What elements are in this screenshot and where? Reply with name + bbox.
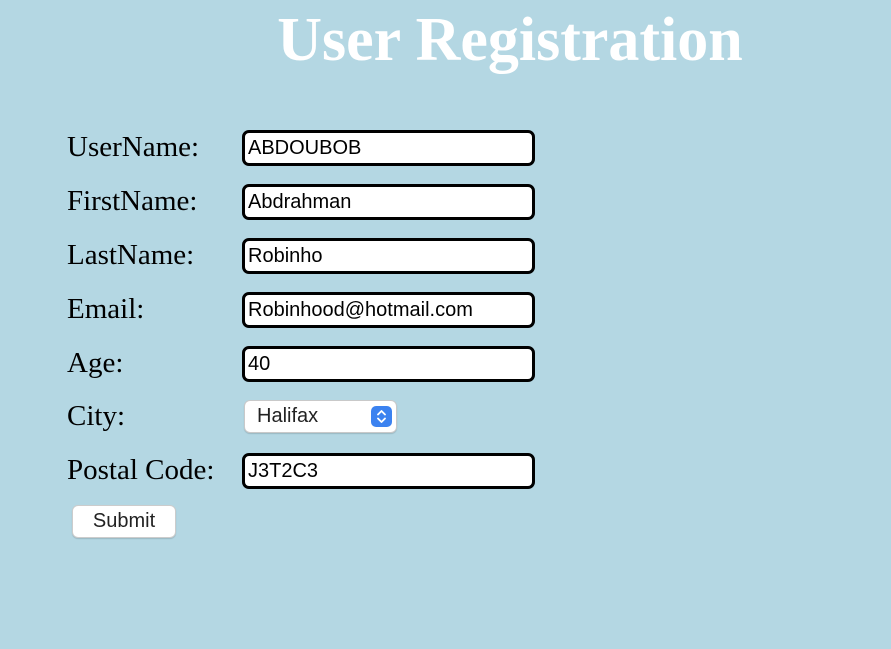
select-arrows-icon <box>371 406 392 427</box>
city-row: City: Halifax <box>67 396 547 436</box>
firstname-row: FirstName: <box>67 181 547 221</box>
city-label: City: <box>67 400 126 432</box>
email-label: Email: <box>67 293 145 325</box>
username-input[interactable] <box>242 130 535 166</box>
lastname-input[interactable] <box>242 238 535 274</box>
username-label: UserName: <box>67 131 200 163</box>
username-row: UserName: <box>67 127 547 167</box>
lastname-label: LastName: <box>67 239 195 271</box>
city-select[interactable]: Halifax <box>244 400 397 433</box>
page-title: User Registration <box>277 6 743 74</box>
email-input[interactable] <box>242 292 535 328</box>
postal-code-label: Postal Code: <box>67 454 215 486</box>
submit-button[interactable]: Submit <box>72 505 176 538</box>
age-label: Age: <box>67 347 124 379</box>
postal-code-row: Postal Code: <box>67 450 547 490</box>
firstname-input[interactable] <box>242 184 535 220</box>
postal-code-input[interactable] <box>242 453 535 489</box>
age-input[interactable] <box>242 346 535 382</box>
email-row: Email: <box>67 289 547 329</box>
lastname-row: LastName: <box>67 235 547 275</box>
city-select-value: Halifax <box>257 405 319 427</box>
age-row: Age: <box>67 343 547 383</box>
firstname-label: FirstName: <box>67 185 198 217</box>
